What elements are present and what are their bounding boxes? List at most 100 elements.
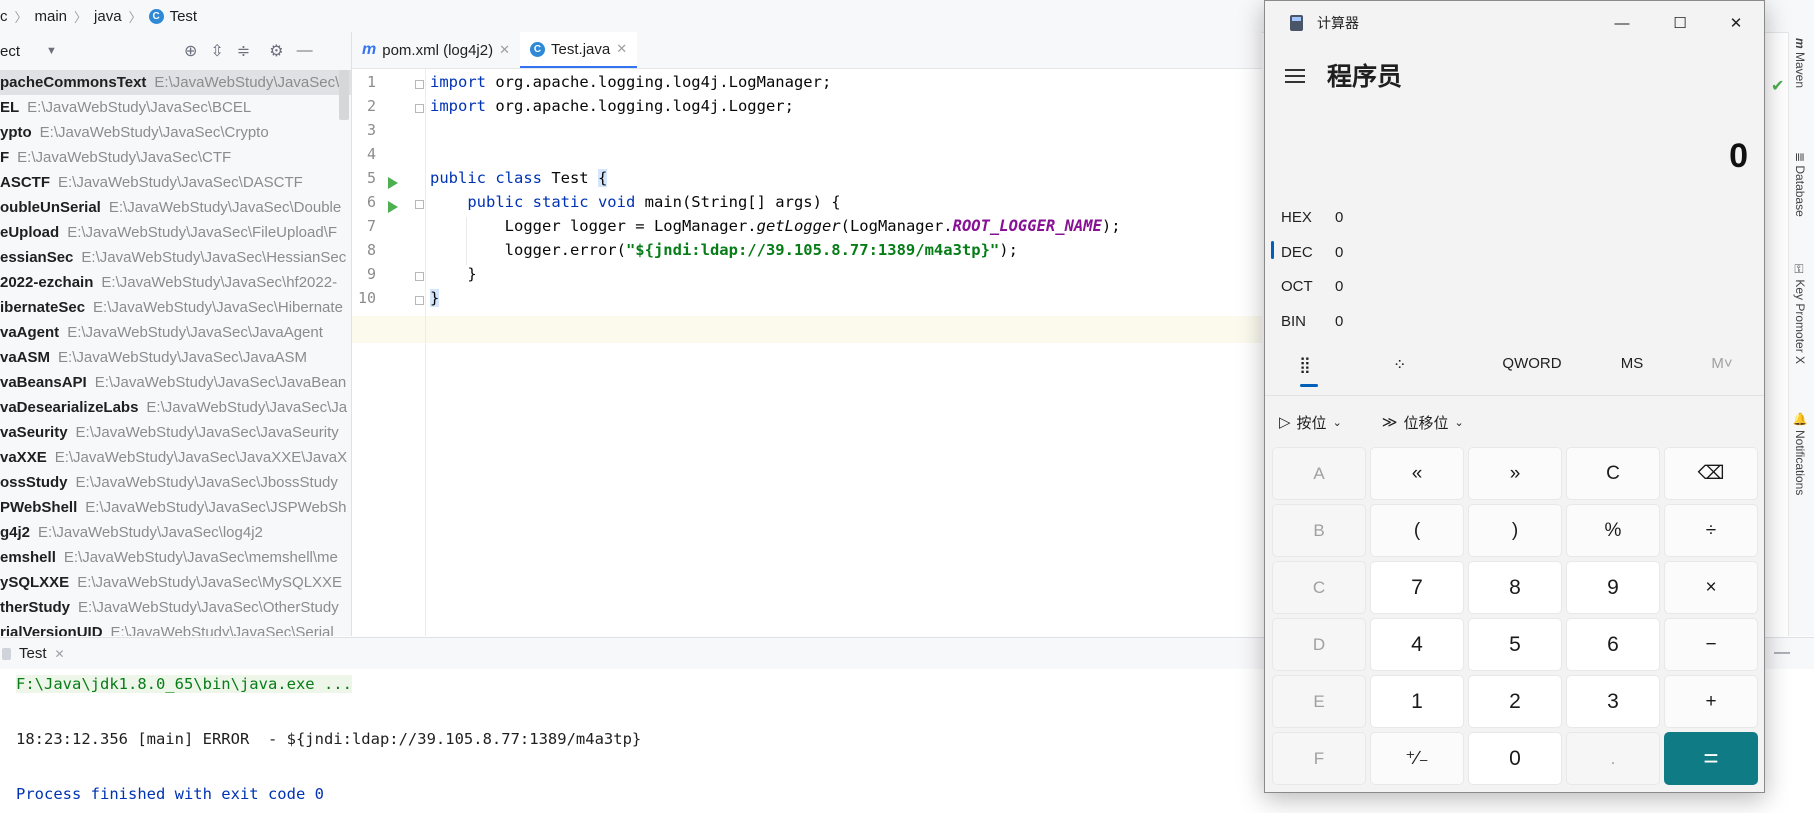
base-bin[interactable]: BIN 0 (1281, 306, 1343, 336)
close-icon[interactable]: ✕ (55, 647, 65, 661)
tree-row[interactable]: ySQLXXE E:\JavaWebStudy\JavaSec\MySQLXXE (0, 570, 351, 595)
key-9[interactable]: 9 (1566, 561, 1660, 614)
code-editor[interactable]: import org.apache.logging.log4j.LogManag… (426, 69, 1262, 636)
key-1[interactable]: 1 (1370, 675, 1464, 728)
bitshift-dropdown[interactable]: ≫ 位移位 ⌄ (1382, 412, 1464, 433)
tree-row[interactable]: vaSeurity E:\JavaWebStudy\JavaSec\JavaSeu… (0, 420, 351, 445)
key-multiply[interactable]: × (1664, 561, 1758, 614)
key-percent[interactable]: % (1566, 504, 1660, 557)
key-subtract[interactable]: − (1664, 618, 1758, 671)
memory-dropdown-button[interactable]: M˅ (1697, 355, 1747, 372)
breadcrumb-item[interactable]: C Test (148, 8, 197, 25)
notifications-tool-tab[interactable]: 🔔 Notifications (1793, 412, 1807, 495)
run-gutter-icon[interactable] (388, 177, 398, 189)
tree-row[interactable]: PWebShell E:\JavaWebStudy\JavaSec\JSPWebS… (0, 495, 351, 520)
key-8[interactable]: 8 (1468, 561, 1562, 614)
key-equals[interactable]: = (1664, 732, 1758, 785)
tree-row[interactable]: therStudy E:\JavaWebStudy\JavaSec\OtherSt… (0, 595, 351, 620)
gear-icon[interactable]: ⚙ (269, 41, 283, 61)
maven-tool-tab[interactable]: m Maven (1793, 38, 1807, 88)
code-text: Logger logger = LogManager. (430, 217, 757, 235)
key-left-shift[interactable]: « (1370, 447, 1464, 500)
key-hex-c: C (1272, 561, 1366, 614)
tree-row[interactable]: vaDesearializeLabs E:\JavaWebStudy\JavaSe… (0, 395, 351, 420)
module-name: emshell (0, 549, 56, 566)
close-icon[interactable]: ✕ (616, 41, 627, 57)
breadcrumb-item[interactable]: java (94, 8, 122, 25)
fold-icon[interactable] (415, 272, 424, 281)
maximize-button[interactable]: ☐ (1657, 9, 1703, 37)
close-button[interactable]: ✕ (1713, 9, 1759, 37)
collapse-all-icon[interactable]: ≑ (237, 41, 250, 61)
tree-row[interactable]: ossStudy E:\JavaWebStudy\JavaSec\JbossStu… (0, 470, 351, 495)
base-dec[interactable]: DEC 0 (1281, 237, 1343, 267)
tree-row[interactable]: vaXXE E:\JavaWebStudy\JavaSec\JavaXXE\Jav… (0, 445, 351, 470)
key-7[interactable]: 7 (1370, 561, 1464, 614)
memory-store-button[interactable]: MS (1607, 355, 1657, 372)
base-oct[interactable]: OCT 0 (1281, 271, 1343, 301)
close-icon[interactable]: ✕ (499, 42, 510, 58)
key-close-paren[interactable]: ) (1468, 504, 1562, 557)
tree-row[interactable]: eUpload E:\JavaWebStudy\JavaSec\FileUploa… (0, 220, 351, 245)
tab-test-java[interactable]: C Test.java ✕ (520, 32, 638, 68)
minimize-icon[interactable]: — (1774, 644, 1790, 662)
key-right-shift[interactable]: » (1468, 447, 1562, 500)
expand-all-icon[interactable]: ⇳ (210, 41, 223, 61)
module-path: E:\JavaWebStudy\JavaSec\JavaBean (94, 374, 347, 391)
key-2[interactable]: 2 (1468, 675, 1562, 728)
key-promoter-tool-tab[interactable]: ⚿ Key Promoter X (1793, 264, 1807, 364)
locate-icon[interactable]: ⊕ (184, 41, 197, 61)
chevron-down-icon[interactable]: ▼ (46, 45, 57, 57)
tree-row[interactable]: essianSec E:\JavaWebStudy\JavaSec\Hessian… (0, 245, 351, 270)
calculator-titlebar[interactable]: 计算器 — ☐ ✕ (1265, 1, 1764, 45)
tree-row[interactable]: vaASM E:\JavaWebStudy\JavaSec\JavaASM (0, 345, 351, 370)
key-negate[interactable]: ⁺∕₋ (1370, 732, 1464, 785)
tab-pom-xml[interactable]: m pom.xml (log4j2) ✕ (352, 32, 520, 68)
tree-row[interactable]: vaAgent E:\JavaWebStudy\JavaSec\JavaAgent (0, 320, 351, 345)
tree-row[interactable]: emshell E:\JavaWebStudy\JavaSec\memshell\… (0, 545, 351, 570)
key-add[interactable]: + (1664, 675, 1758, 728)
run-gutter-icon[interactable] (388, 201, 398, 213)
key-divide[interactable]: ÷ (1664, 504, 1758, 557)
fold-icon[interactable] (415, 200, 424, 209)
key-6[interactable]: 6 (1566, 618, 1660, 671)
tree-row[interactable]: pacheCommonsText E:\JavaWebStudy\JavaSec\ (0, 70, 351, 95)
key-open-paren[interactable]: ( (1370, 504, 1464, 557)
console-command-line: F:\Java\jdk1.8.0_65\bin\java.exe ... (16, 675, 352, 693)
module-name: vaBeansAPI (0, 374, 87, 391)
fold-icon[interactable] (415, 296, 424, 305)
key-backspace[interactable]: ⌫ (1664, 447, 1758, 500)
tree-row[interactable]: rialVersionUID E:\JavaWebStudy\JavaSec\Se… (0, 620, 351, 636)
word-size-button[interactable]: QWORD (1487, 355, 1577, 372)
key-3[interactable]: 3 (1566, 675, 1660, 728)
bit-toggle-keypad-icon[interactable]: ⁘ (1393, 355, 1406, 375)
tree-row[interactable]: F E:\JavaWebStudy\JavaSec\CTF (0, 145, 351, 170)
tree-row[interactable]: g4j2 E:\JavaWebStudy\JavaSec\log4j2 (0, 520, 351, 545)
key-0[interactable]: 0 (1468, 732, 1562, 785)
minimize-icon[interactable]: — (297, 42, 313, 60)
keyword: public static void (467, 193, 636, 211)
breadcrumb-item[interactable]: c (0, 8, 8, 25)
tree-row[interactable]: oubleUnSerial E:\JavaWebStudy\JavaSec\Dou… (0, 195, 351, 220)
tree-row[interactable]: ypto E:\JavaWebStudy\JavaSec\Crypto (0, 120, 351, 145)
bitwise-dropdown[interactable]: ▷ 按位 ⌄ (1279, 412, 1342, 433)
tree-row[interactable]: EL E:\JavaWebStudy\JavaSec\BCEL (0, 95, 351, 120)
tree-row[interactable]: ibernateSec E:\JavaWebStudy\JavaSec\Hiber… (0, 295, 351, 320)
chevron-right-icon: 〉 (14, 9, 28, 25)
tree-row[interactable]: vaBeansAPI E:\JavaWebStudy\JavaSec\JavaBe… (0, 370, 351, 395)
tree-row[interactable]: 2022-ezchain E:\JavaWebStudy\JavaSec\hf20… (0, 270, 351, 295)
key-5[interactable]: 5 (1468, 618, 1562, 671)
menu-icon[interactable] (1285, 65, 1305, 87)
key-4[interactable]: 4 (1370, 618, 1464, 671)
breadcrumb-item[interactable]: main (35, 8, 68, 25)
fold-icon[interactable] (415, 104, 424, 113)
minimize-button[interactable]: — (1599, 9, 1645, 37)
project-scrollbar[interactable] (339, 70, 349, 120)
run-tab-test[interactable]: Test ✕ (0, 638, 65, 669)
base-hex[interactable]: HEX 0 (1281, 202, 1343, 232)
key-clear[interactable]: C (1566, 447, 1660, 500)
database-tool-tab[interactable]: ≣ Database (1793, 152, 1807, 217)
full-keypad-icon[interactable]: ⣿ (1299, 355, 1311, 375)
tree-row[interactable]: ASCTF E:\JavaWebStudy\JavaSec\DASCTF (0, 170, 351, 195)
fold-icon[interactable] (415, 80, 424, 89)
